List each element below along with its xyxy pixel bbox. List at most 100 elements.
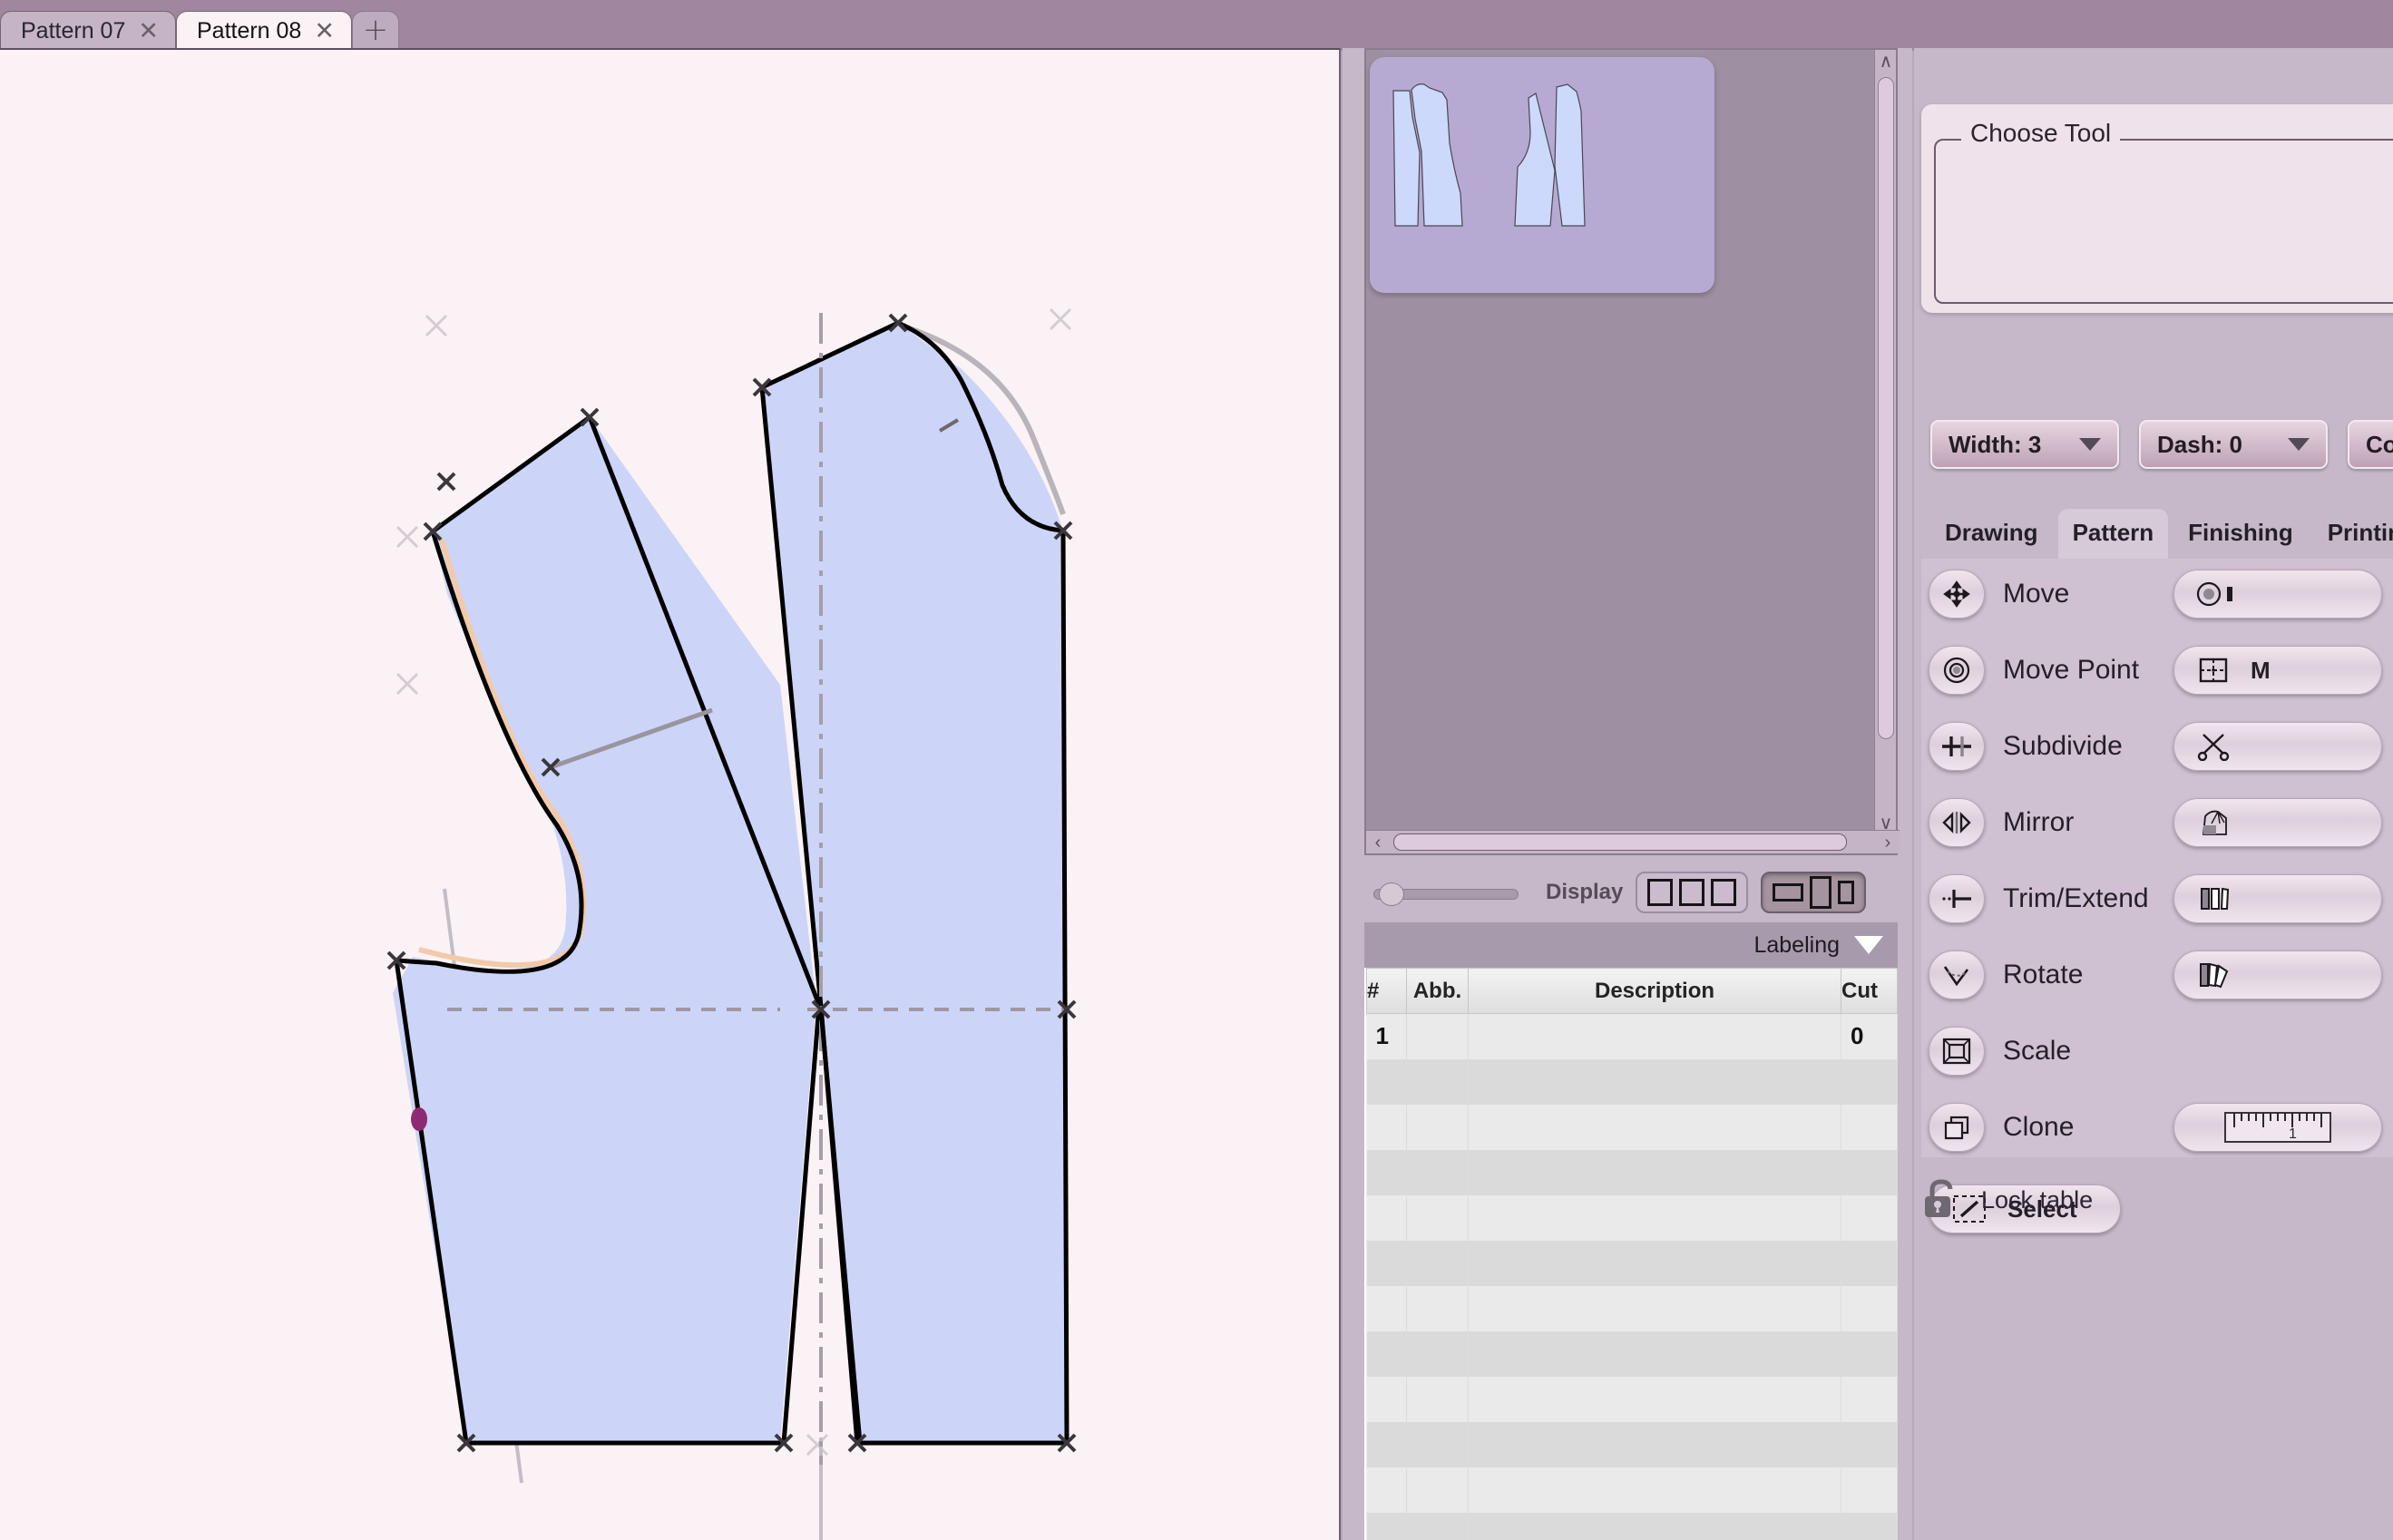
cell-cut[interactable]: 0 <box>1841 1013 1898 1059</box>
dash-dropdown[interactable]: Dash: 0 <box>2139 420 2328 469</box>
tool-clone[interactable]: Clone <box>1929 1103 2074 1152</box>
scale-icon[interactable] <box>1929 1027 1985 1076</box>
table-row[interactable] <box>1366 1512 1898 1540</box>
cell-cut[interactable] <box>1841 1467 1898 1513</box>
table-row[interactable] <box>1366 1285 1898 1331</box>
cell-description[interactable] <box>1468 1376 1841 1422</box>
cell-abbreviation[interactable] <box>1406 1467 1469 1513</box>
cell-abbreviation[interactable] <box>1406 1013 1469 1059</box>
table-row[interactable] <box>1366 1376 1898 1422</box>
cell-number[interactable] <box>1366 1285 1407 1331</box>
tab-pattern[interactable]: Pattern <box>2057 509 2169 559</box>
cell-description[interactable] <box>1468 1058 1841 1105</box>
cell-abbreviation[interactable] <box>1406 1240 1469 1286</box>
cell-abbreviation[interactable] <box>1406 1058 1469 1105</box>
cell-number[interactable] <box>1366 1376 1407 1422</box>
cell-cut[interactable] <box>1841 1376 1898 1422</box>
new-tab-button[interactable]: + <box>351 11 399 51</box>
measure-ruler-button[interactable]: 1 <box>2173 1103 2382 1152</box>
cell-abbreviation[interactable] <box>1406 1149 1469 1195</box>
tool-mirror[interactable]: Mirror <box>1929 798 2074 847</box>
cell-cut[interactable] <box>1841 1512 1898 1540</box>
table-row[interactable] <box>1366 1104 1898 1150</box>
cell-description[interactable] <box>1468 1467 1841 1513</box>
cell-number[interactable] <box>1366 1240 1407 1286</box>
cell-number[interactable] <box>1366 1149 1407 1195</box>
cell-abbreviation[interactable] <box>1406 1421 1469 1467</box>
chevron-down-icon[interactable] <box>2079 438 2101 451</box>
zoom-slider[interactable] <box>1373 882 1519 906</box>
cell-number[interactable] <box>1366 1467 1407 1513</box>
tab-drawing[interactable]: Drawing <box>1930 509 2053 559</box>
tool-scissors[interactable] <box>2173 722 2382 771</box>
scroll-up-icon[interactable]: ∧ <box>1875 50 1897 73</box>
tab-finishing[interactable]: Finishing <box>2173 509 2308 559</box>
tool-trim-extend[interactable]: Trim/Extend <box>1929 874 2149 923</box>
slider-knob[interactable] <box>1379 882 1404 906</box>
tool-scale[interactable]: Scale <box>1929 1027 2071 1076</box>
cell-cut[interactable] <box>1841 1421 1898 1467</box>
width-dropdown[interactable]: Width: 3 <box>1930 420 2119 469</box>
color-button[interactable]: Color <box>2348 420 2393 469</box>
cell-cut[interactable] <box>1841 1104 1898 1150</box>
page-preview[interactable]: ∧ ∨ ‹ › <box>1364 48 1900 855</box>
preview-horizontal-scrollbar[interactable]: ‹ › <box>1366 830 1900 853</box>
cell-description[interactable] <box>1468 1421 1841 1467</box>
cell-description[interactable] <box>1468 1104 1841 1150</box>
cell-abbreviation[interactable] <box>1406 1512 1469 1540</box>
cell-number[interactable] <box>1366 1330 1407 1377</box>
cell-abbreviation[interactable] <box>1406 1194 1469 1241</box>
close-icon[interactable]: ✕ <box>314 19 335 44</box>
mirror-icon[interactable] <box>1929 798 1985 847</box>
cell-description[interactable] <box>1468 1013 1841 1059</box>
bodice-piece-icon[interactable] <box>2173 798 2382 847</box>
cell-number[interactable] <box>1366 1104 1407 1150</box>
move-point-icon[interactable] <box>1929 646 1985 695</box>
scroll-thumb-h[interactable] <box>1393 833 1847 851</box>
fan-pieces-icon[interactable] <box>2173 950 2382 999</box>
cell-cut[interactable] <box>1841 1149 1898 1195</box>
table-row[interactable] <box>1366 1330 1898 1377</box>
cell-description[interactable] <box>1468 1285 1841 1331</box>
cell-number[interactable] <box>1366 1194 1407 1241</box>
column-header-abbreviation[interactable]: Abb. <box>1406 968 1469 1014</box>
cell-description[interactable] <box>1468 1240 1841 1286</box>
clone-icon[interactable] <box>1929 1103 1985 1152</box>
tool-point-toggle[interactable] <box>2173 570 2382 619</box>
labeling-table[interactable]: # Abb. Description Cut 10 <box>1364 968 1898 1540</box>
grid-dashed-icon[interactable]: M <box>2173 646 2382 695</box>
pleat-icon[interactable] <box>2173 874 2382 923</box>
close-icon[interactable]: ✕ <box>138 19 159 44</box>
table-row[interactable] <box>1366 1194 1898 1241</box>
ruler-icon[interactable]: 1 <box>2173 1103 2382 1152</box>
scroll-right-icon[interactable]: › <box>1876 831 1900 854</box>
scroll-thumb[interactable] <box>1878 77 1894 739</box>
triangle-down-icon[interactable] <box>1854 936 1883 954</box>
cell-description[interactable] <box>1468 1149 1841 1195</box>
chevron-down-icon[interactable] <box>2288 438 2310 451</box>
rotate-icon[interactable] <box>1929 950 1985 999</box>
tool-bodice-piece[interactable] <box>2173 798 2382 847</box>
cell-number[interactable] <box>1366 1058 1407 1105</box>
cell-cut[interactable] <box>1841 1330 1898 1377</box>
scissors-icon[interactable] <box>2173 722 2382 771</box>
cell-abbreviation[interactable] <box>1406 1285 1469 1331</box>
column-header-number[interactable]: # <box>1366 968 1407 1014</box>
subdivide-icon[interactable] <box>1929 722 1985 771</box>
table-row[interactable] <box>1366 1421 1898 1467</box>
cell-number[interactable] <box>1366 1512 1407 1540</box>
tool-subdivide[interactable]: Subdivide <box>1929 722 2123 771</box>
point-toggle-icon[interactable] <box>2173 570 2382 619</box>
layout-mixed-button[interactable] <box>1761 872 1867 913</box>
scroll-left-icon[interactable]: ‹ <box>1366 831 1390 854</box>
tool-pleat[interactable] <box>2173 874 2382 923</box>
layout-three-equal-button[interactable] <box>1636 872 1749 913</box>
trim-extend-icon[interactable] <box>1929 874 1985 923</box>
pattern-drafting-canvas[interactable] <box>0 48 1341 1540</box>
tab-pattern-08[interactable]: Pattern 08 ✕ <box>175 11 352 51</box>
table-row[interactable] <box>1366 1058 1898 1105</box>
column-header-description[interactable]: Description <box>1468 968 1841 1014</box>
table-row[interactable] <box>1366 1149 1898 1195</box>
cell-description[interactable] <box>1468 1330 1841 1377</box>
table-row[interactable] <box>1366 1240 1898 1286</box>
